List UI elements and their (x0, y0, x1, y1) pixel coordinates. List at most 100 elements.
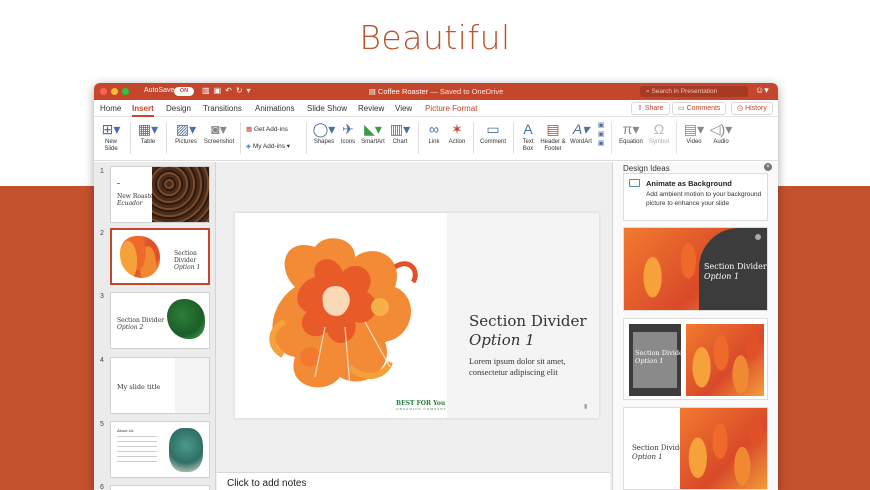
slide-thumbnails-pane[interactable]: 1 ▬ New Roaster Ecuador 2 Section Divider… (94, 162, 216, 490)
slide-thumbnail-5[interactable]: About Us (110, 421, 210, 478)
ribbon-divider (240, 122, 241, 154)
history-icon: ◷ (737, 105, 744, 112)
tab-insert[interactable]: Insert (132, 104, 154, 117)
slide-thumbnail-3[interactable]: Section Divider Option 2 (110, 292, 210, 349)
symbol-button[interactable]: Ω Symbol (647, 121, 671, 146)
slide-title[interactable]: Section Divider (469, 312, 587, 330)
chart-button[interactable]: ▥▾ Chart (389, 121, 411, 146)
comments-button[interactable]: ▭ Comments (672, 102, 727, 115)
tab-transitions[interactable]: Transitions (203, 104, 242, 113)
pictures-icon: ▨▾ (175, 121, 197, 137)
feedback-smiley-icon[interactable]: ☺▾ (755, 85, 769, 96)
design-ideas-pane: Design Ideas × Animate as Background Add… (612, 162, 778, 490)
history-button[interactable]: ◷ History (731, 102, 773, 115)
date-time-icon[interactable]: ▣ (598, 122, 605, 129)
equation-button[interactable]: π▾ Equation (616, 121, 646, 146)
new-slide-icon: ⊞▾ (101, 121, 121, 137)
shapes-icon: ◯▾ (312, 121, 336, 137)
slide-number-icon[interactable]: ▣ (598, 131, 605, 138)
thumb-title: New Roaster Ecuador (117, 193, 156, 207)
action-label: Action (448, 139, 466, 145)
comment-label: Comment (479, 139, 506, 145)
get-addins-button[interactable]: ▦ Get Add-ins (246, 125, 288, 133)
object-icon[interactable]: ▣ (598, 140, 605, 147)
share-label: Share (644, 105, 664, 112)
coffee-beans-image (152, 167, 209, 222)
text-box-icon: A (523, 121, 533, 137)
design-idea-1[interactable]: Section Divider Option 1 (623, 227, 768, 311)
tab-view[interactable]: View (395, 104, 412, 113)
animate-title: Animate as Background (646, 179, 732, 188)
slide-thumbnail-6[interactable] (110, 485, 210, 490)
design-idea-2[interactable]: Section Divider Option 1 (623, 318, 768, 400)
wordart-icon: A▾ (572, 121, 590, 137)
close-icon[interactable]: × (764, 163, 772, 171)
tab-design[interactable]: Design (166, 104, 191, 113)
text-box-label: Text Box (522, 139, 534, 152)
ribbon-divider (166, 122, 167, 154)
text-box-button[interactable]: A Text Box (517, 121, 539, 153)
new-slide-button[interactable]: ⊞▾ New Slide (98, 121, 124, 153)
design-idea-3[interactable]: Section Divider Option 1 (623, 407, 768, 490)
table-icon: ▦▾ (137, 121, 159, 137)
ribbon-divider (418, 122, 419, 154)
store-icon: ▦ (246, 126, 253, 133)
smartart-button[interactable]: ◣▾ SmartArt (359, 121, 387, 146)
tab-home[interactable]: Home (100, 104, 121, 113)
ribbon-insert: ⊞▾ New Slide ▦▾ Table ▨▾ Pictures ◙▾ Scr… (94, 117, 778, 161)
orange-floral-image[interactable] (255, 227, 435, 407)
slide-subtitle[interactable]: Option 1 (469, 331, 535, 349)
thumb-title-text: New Roaster (117, 193, 157, 200)
table-button[interactable]: ▦▾ Table (136, 121, 160, 146)
logo-text: BEST FOR You (396, 400, 446, 407)
flame-image (680, 408, 767, 489)
tab-animations[interactable]: Animations (255, 104, 295, 113)
equation-label: Equation (619, 139, 643, 145)
camera-icon: ◙▾ (211, 121, 227, 137)
slide-thumbnail-4[interactable]: My slide title (110, 357, 210, 414)
tab-picture-format[interactable]: Picture Format (425, 104, 477, 113)
pictures-button[interactable]: ▨▾ Pictures (172, 121, 200, 146)
slide-body-text[interactable]: Lorem ipsum dolor sit amet, consectetur … (469, 356, 589, 378)
tab-slide-show[interactable]: Slide Show (307, 104, 347, 113)
idea-subtitle: Option 1 (704, 272, 740, 281)
wordart-label: WordArt (570, 139, 592, 145)
link-button[interactable]: ∞ Link (424, 121, 444, 146)
notes-placeholder[interactable]: Click to add notes (217, 472, 610, 490)
current-slide[interactable]: Section Divider Option 1 Lorem ipsum dol… (235, 213, 599, 418)
icons-label: Icons (340, 139, 356, 145)
wordart-button[interactable]: A▾ WordArt (568, 121, 594, 146)
slide-thumbnail-1[interactable]: ▬ New Roaster Ecuador (110, 166, 210, 223)
symbol-label: Symbol (648, 139, 669, 145)
ribbon-divider (513, 122, 514, 154)
video-button[interactable]: ▤▾ Video (681, 121, 707, 146)
animate-background-card[interactable]: Animate as Background Add ambient motion… (623, 173, 768, 221)
flame-image (686, 324, 764, 396)
chart-icon: ▥▾ (389, 121, 411, 137)
get-addins-label: Get Add-ins (253, 126, 288, 133)
audio-button[interactable]: ◁)▾ Audio (708, 121, 734, 146)
slide-thumbnail-2[interactable]: Section Divider Option 1 (110, 228, 210, 285)
search-placeholder: Search in Presentation (651, 88, 718, 95)
search-icon: ⌕ (646, 88, 650, 95)
share-button[interactable]: ⇧ Share (631, 102, 670, 115)
thumb-title: About Us (117, 428, 134, 433)
screenshot-button[interactable]: ◙▾ Screenshot (201, 121, 237, 146)
green-leaves-image (167, 299, 205, 339)
search-input[interactable]: ⌕ Search in Presentation (640, 86, 748, 97)
shapes-button[interactable]: ◯▾ Shapes (312, 121, 336, 146)
my-addins-button[interactable]: ◈ My Add-ins ▾ (246, 142, 290, 150)
comment-button[interactable]: ▭ Comment (478, 121, 508, 146)
icons-button[interactable]: ✈ Icons (338, 121, 358, 146)
addin-icon: ◈ (246, 143, 251, 150)
action-button[interactable]: ✶ Action (445, 121, 469, 146)
thumb-title: Section Divider Option 2 (117, 317, 164, 331)
share-icon: ⇧ (637, 105, 643, 112)
header-footer-button[interactable]: ▤ Header & Footer (540, 121, 566, 153)
link-label: Link (428, 139, 440, 145)
action-star-icon: ✶ (451, 121, 463, 137)
thumb-title-text: Section Divider (117, 317, 165, 324)
tab-review[interactable]: Review (358, 104, 384, 113)
slide-number: 3 (100, 293, 104, 300)
idea-title-text: Section Divider (704, 262, 767, 271)
